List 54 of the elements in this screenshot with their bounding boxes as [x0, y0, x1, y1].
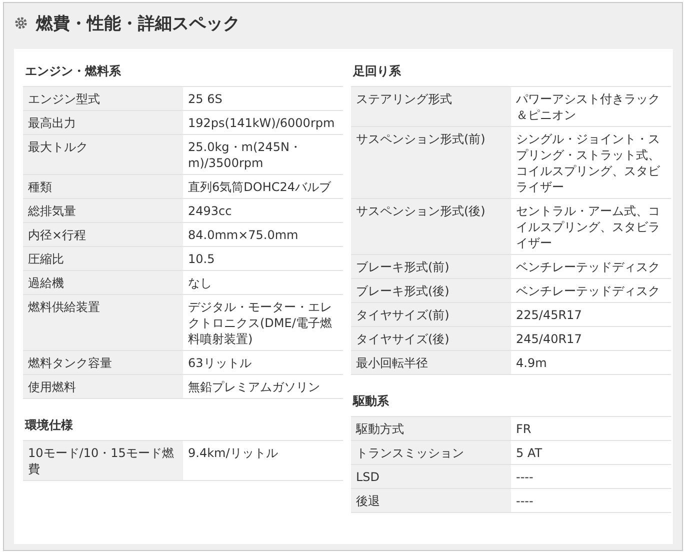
section-heading: 駆動系 [352, 393, 390, 410]
spec-label: 10モード/10・15モード燃費 [23, 440, 183, 480]
spec-label: LSD [351, 464, 511, 488]
spec-value: ---- [511, 464, 671, 488]
spec-value: 84.0mm×75.0mm [183, 222, 343, 246]
spec-value: ベンチレーテッドディスク [511, 278, 671, 302]
spec-label: エンジン型式 [23, 86, 183, 110]
spec-label: 最小回転半径 [351, 350, 511, 374]
spec-value: なし [183, 270, 343, 294]
spec-value: 245/40R17 [511, 326, 671, 350]
spec-value: 25.0kg・m(245N・m)/3500rpm [183, 134, 343, 174]
spec-label: 総排気量 [23, 198, 183, 222]
spec-value: デジタル・モーター・エレクトロニクス(DME/電子燃料噴射装置) [183, 294, 343, 350]
spec-label: 燃料タンク容量 [23, 350, 183, 374]
spec-value: ---- [511, 488, 671, 512]
section-heading: 足回り系 [352, 63, 402, 80]
spec-label: タイヤサイズ(後) [351, 326, 511, 350]
spec-value: 25 6S [183, 86, 343, 110]
spec-label: 燃料供給装置 [23, 294, 183, 350]
spec-value: シングル・ジョイント・スプリング・ストラット式、コイルスプリング、スタビライザー [511, 126, 671, 198]
panel-title: 燃費・性能・詳細スペック [36, 12, 240, 34]
spec-label: トランスミッション [351, 440, 511, 464]
spec-value: 192ps(141kW)/6000rpm [183, 110, 343, 134]
spec-label: 最高出力 [23, 110, 183, 134]
spec-value: 225/45R17 [511, 302, 671, 326]
spec-value: 直列6気筒DOHC24バルブ [183, 174, 343, 198]
spec-label: 内径×行程 [23, 222, 183, 246]
spec-value: 無鉛プレミアムガソリン [183, 374, 343, 398]
spec-label: タイヤサイズ(前) [351, 302, 511, 326]
spec-label: 種類 [23, 174, 183, 198]
spec-label: サスペンション形式(前) [351, 126, 511, 198]
section-heading: 環境仕様 [24, 417, 74, 434]
spec-label: 駆動方式 [351, 416, 511, 440]
spec-label: 後退 [351, 488, 511, 512]
spec-value: ベンチレーテッドディスク [511, 254, 671, 278]
spec-value: 9.4km/リットル [183, 440, 343, 480]
spec-value: 10.5 [183, 246, 343, 270]
spec-label: 圧縮比 [23, 246, 183, 270]
spec-label: 使用燃料 [23, 374, 183, 398]
spec-value: 4.9m [511, 350, 671, 374]
spec-label: サスペンション形式(後) [351, 198, 511, 254]
spec-label: 過給機 [23, 270, 183, 294]
spec-label: ブレーキ形式(前) [351, 254, 511, 278]
gear-icon [14, 16, 28, 30]
spec-label: ブレーキ形式(後) [351, 278, 511, 302]
spec-value: FR [511, 416, 671, 440]
spec-label: 最大トルク [23, 134, 183, 174]
spec-label: ステアリング形式 [351, 86, 511, 126]
spec-value: パワーアシスト付きラック＆ピニオン [511, 86, 671, 126]
spec-value: 63リットル [183, 350, 343, 374]
spec-value: セントラル・アーム式、コイルスプリング、スタビライザー [511, 198, 671, 254]
spec-value: 2493cc [183, 198, 343, 222]
spec-value: 5 AT [511, 440, 671, 464]
section-heading: エンジン・燃料系 [24, 63, 122, 80]
